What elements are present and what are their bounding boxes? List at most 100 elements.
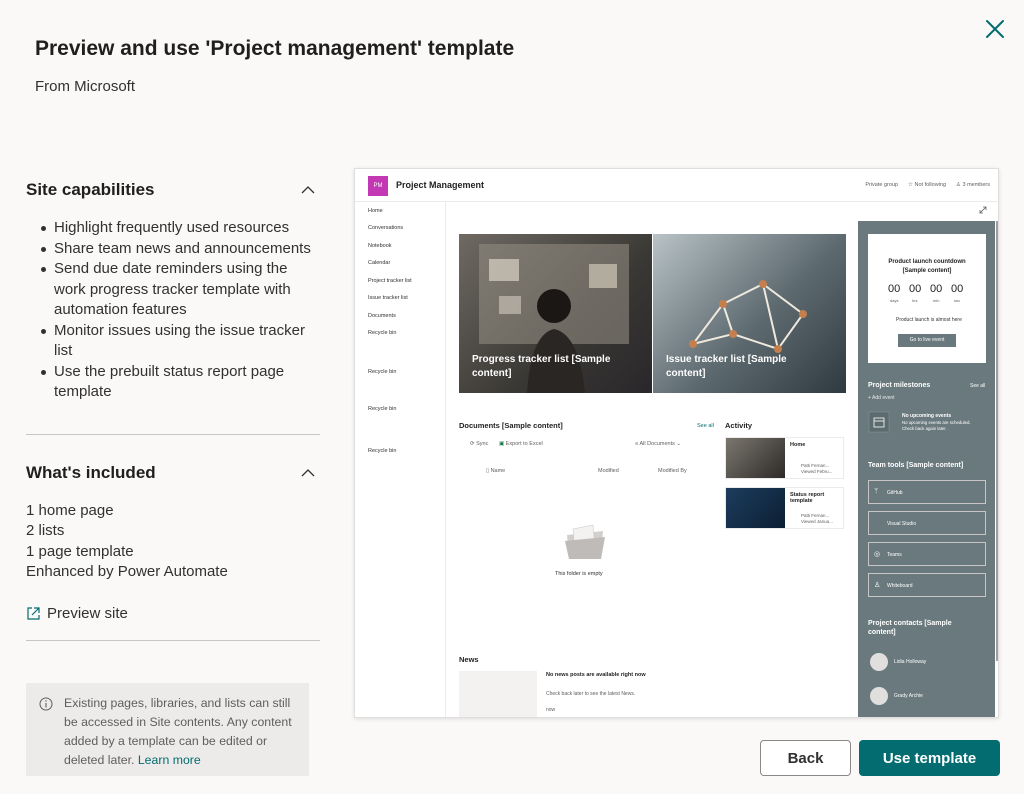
sync-label: Sync: [476, 441, 489, 447]
header-meta: Private group ☆ Not following ♙ 3 member…: [865, 182, 990, 188]
contact-name: Lidia Holloway: [894, 659, 927, 665]
close-button[interactable]: [982, 16, 1008, 42]
list-item: 1 home page: [26, 501, 114, 519]
capabilities-list: Highlight frequently used resources Shar…: [26, 218, 320, 403]
contact-name: Grady Archie: [894, 693, 923, 699]
card-thumbnail: [726, 488, 785, 528]
members-label: ♙ 3 members: [956, 182, 990, 188]
preview-site-link[interactable]: Preview site: [26, 605, 320, 622]
divider: [26, 433, 320, 435]
countdown-card: Product launch countdown [Sample content…: [868, 234, 986, 363]
chevron-up-icon[interactable]: [300, 465, 316, 481]
site-title: Project Management: [396, 180, 485, 190]
news-heading: News: [459, 655, 479, 664]
view-selector: ≡ All Documents ⌄: [635, 441, 681, 447]
learn-more-link[interactable]: Learn more: [138, 753, 201, 767]
whiteboard-icon: ♙: [874, 582, 881, 589]
capabilities-heading: Site capabilities: [26, 180, 155, 199]
countdown-hours: 00: [909, 283, 922, 295]
excel-icon: ▣: [499, 441, 506, 447]
follow-text: Not following: [914, 182, 947, 188]
tool-item: ♙ Whiteboard: [868, 573, 986, 597]
column-name: ▯ Name: [486, 468, 505, 474]
included-header[interactable]: What's included: [26, 453, 320, 493]
card-user: Patti Fernan...: [801, 463, 830, 468]
live-event-button: Go to live event: [898, 334, 956, 347]
countdown-seconds: 00: [951, 283, 964, 295]
activity-card: Home Patti Fernan... Viewed Febru...: [725, 437, 844, 479]
list-item: Enhanced by Power Automate: [26, 563, 228, 580]
unit-hours: hrs: [912, 298, 918, 303]
chevron-down-icon: ⌄: [674, 441, 682, 447]
close-icon: [986, 20, 1004, 38]
tile-label: Progress tracker list [Sample content]: [472, 354, 611, 379]
issue-tracker-tile: Issue tracker list [Sample content]: [653, 234, 846, 393]
list-item: Send due date reminders using the work p…: [26, 259, 320, 321]
dialog-title: Preview and use 'Project management' tem…: [35, 37, 515, 60]
tool-label: Whiteboard: [887, 583, 913, 589]
dialog-subtitle: From Microsoft: [35, 78, 136, 95]
export-label: Export to Excel: [505, 441, 543, 447]
included-heading: What's included: [26, 462, 156, 482]
list-item: 1 page template: [26, 542, 134, 560]
tool-item: Visual Studio: [868, 511, 986, 535]
nav-item: Recycle bin: [368, 448, 397, 454]
sync-button: ⟳ Sync: [470, 441, 488, 447]
nav-item: Home: [368, 208, 383, 214]
tool-label: Teams: [887, 552, 902, 558]
nav-item: Recycle bin: [368, 406, 397, 412]
avatar: [870, 687, 888, 705]
preview-scrollbar: [996, 221, 998, 661]
back-button[interactable]: Back: [760, 740, 851, 776]
countdown-note: Product launch is almost here: [896, 317, 962, 323]
milestones-heading: Project milestones: [868, 382, 931, 389]
teams-icon: ◎: [874, 551, 881, 558]
site-logo: PM: [368, 176, 388, 196]
tool-item: ᛘ GitHub: [868, 480, 986, 504]
branch-icon: ᛘ: [874, 488, 879, 495]
preview-right-rail: Product launch countdown [Sample content…: [858, 221, 995, 717]
list-item: 2 lists: [26, 522, 65, 539]
contacts-heading: Project contacts [Sample content]: [868, 620, 952, 636]
news-more: now: [546, 707, 556, 713]
countdown-minutes: 00: [930, 283, 943, 295]
unit-minutes: min: [933, 298, 940, 303]
column-modified: Modified: [598, 468, 619, 474]
privacy-label: Private group: [865, 182, 899, 188]
nav-item: Project tracker list: [368, 278, 412, 284]
milestones-empty-title: No upcoming events: [902, 413, 952, 419]
chevron-up-icon[interactable]: [300, 182, 316, 198]
nav-item: Calendar: [368, 260, 391, 266]
card-title: Status report template: [790, 492, 825, 504]
use-template-button[interactable]: Use template: [859, 740, 1000, 776]
info-notice: Existing pages, libraries, and lists can…: [26, 683, 309, 776]
calendar-icon: [868, 411, 890, 433]
view-label: All Documents: [639, 441, 675, 447]
activity-card: Status report template Patti Fernan... V…: [725, 487, 844, 529]
tool-label: GitHub: [887, 490, 903, 496]
preview-site-label: Preview site: [47, 604, 128, 622]
milestones-empty-sub: No upcoming events are scheduled. Check …: [902, 420, 971, 431]
empty-folder-text: This folder is empty: [555, 571, 603, 577]
documents-heading: Documents [Sample content]: [459, 421, 563, 430]
template-preview: PM Project Management Private group ☆ No…: [354, 168, 999, 718]
add-event: + Add event: [868, 395, 895, 401]
external-link-icon: [27, 606, 40, 620]
members-text: 3 members: [962, 182, 990, 188]
export-button: ▣ Export to Excel: [499, 441, 543, 447]
tile-label: Issue tracker list [Sample content]: [666, 354, 787, 379]
unit-seconds: sec: [954, 298, 961, 303]
milestones-see-all: See all: [970, 383, 986, 389]
news-placeholder-image: [459, 671, 537, 717]
divider: [26, 639, 320, 641]
activity-heading: Activity: [725, 421, 753, 430]
nav-item: Notebook: [368, 243, 392, 249]
news-empty-title: No news posts are available right now: [546, 672, 646, 678]
column-name-label: Name: [490, 468, 506, 474]
avatar: [870, 653, 888, 671]
capabilities-header[interactable]: Site capabilities: [26, 170, 320, 210]
documents-see-all: See all: [697, 423, 714, 429]
preview-nav: Home Conversations Notebook Calendar Pro…: [355, 202, 446, 717]
list-item: Highlight frequently used resources: [26, 218, 320, 239]
countdown-days: 00: [888, 283, 901, 295]
